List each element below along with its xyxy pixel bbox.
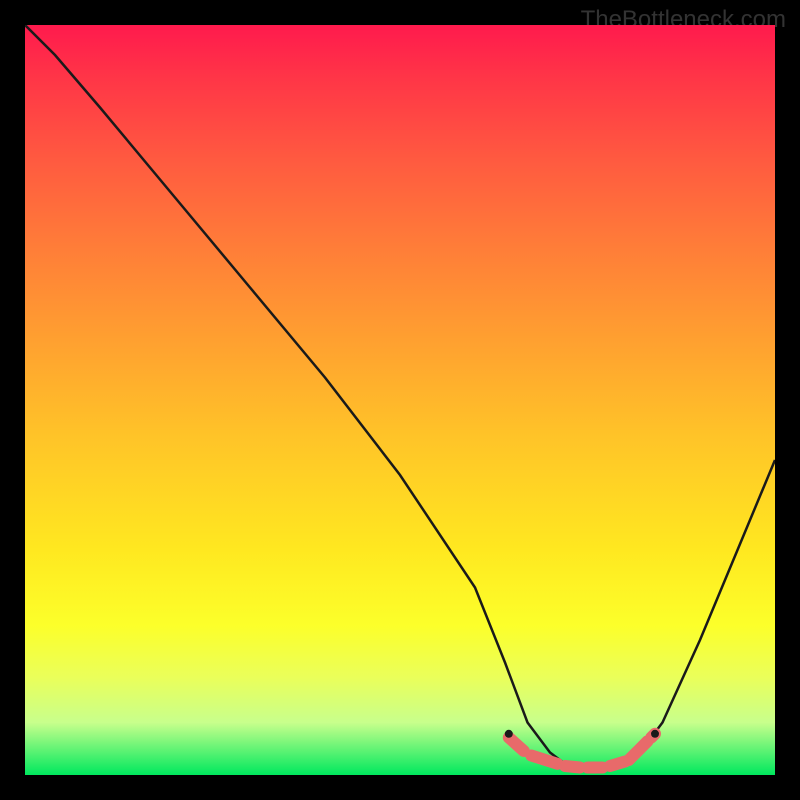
dash-segment	[531, 756, 557, 764]
bottleneck-curve	[25, 25, 775, 771]
curve-layer	[25, 25, 775, 775]
chart-frame: TheBottleneck.com	[0, 0, 800, 800]
left-dot	[505, 730, 513, 738]
right-dot	[651, 730, 659, 738]
end-markers	[505, 730, 659, 738]
dash-segment	[610, 762, 625, 767]
plot-area	[25, 25, 775, 775]
flat-region-dashes	[509, 734, 655, 768]
dash-segment	[629, 741, 648, 760]
dash-segment	[509, 738, 524, 752]
dash-segment	[565, 766, 580, 768]
